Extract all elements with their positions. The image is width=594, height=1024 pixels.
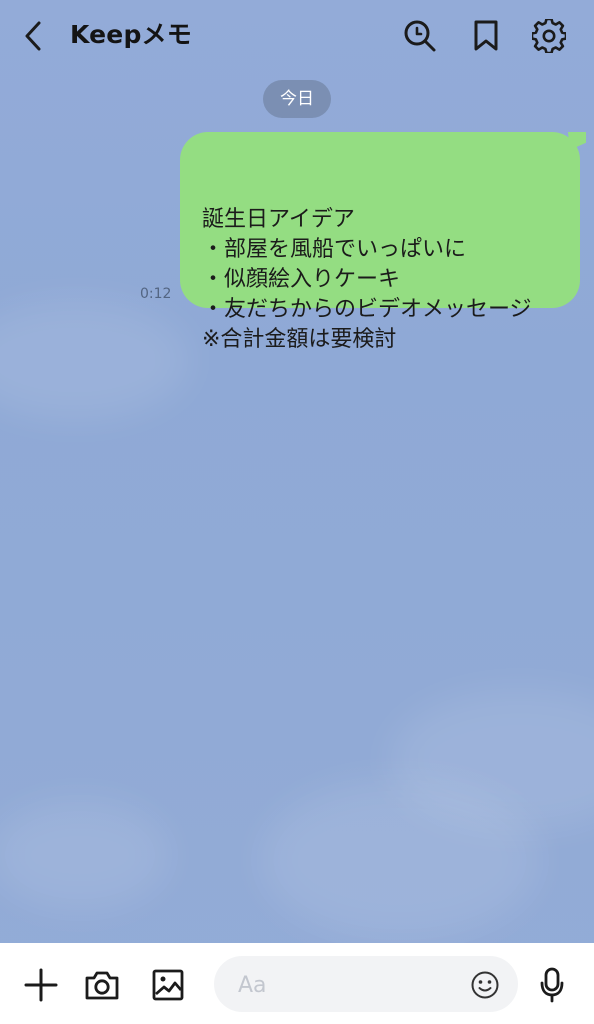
smile-icon [470, 970, 500, 1000]
voice-button[interactable] [530, 963, 574, 1007]
chat-screen: Keepメモ 今日 0:12 誕生日アイデア ・部屋を風船でいっぱいに ・似顔絵… [0, 0, 594, 1024]
bookmark-button[interactable] [464, 14, 508, 58]
emoji-button[interactable] [468, 968, 502, 1002]
image-icon [150, 967, 186, 1003]
microphone-icon [538, 966, 566, 1004]
top-bar: Keepメモ [0, 0, 594, 72]
gallery-button[interactable] [146, 963, 190, 1007]
message-bubble[interactable]: 誕生日アイデア ・部屋を風船でいっぱいに ・似顔絵入りケーキ ・友だちからのビデ… [180, 132, 586, 352]
plus-icon [23, 967, 59, 1003]
background-cloud [260, 780, 540, 940]
message-timestamp: 0:12 [140, 286, 172, 302]
add-button[interactable] [19, 963, 63, 1007]
message-text: 誕生日アイデア ・部屋を風船でいっぱいに ・似顔絵入りケーキ ・友だちからのビデ… [202, 207, 532, 352]
message-input-wrapper[interactable] [214, 956, 518, 1014]
message-bubble-tail [568, 132, 586, 150]
bottom-composer [0, 943, 594, 1024]
back-button[interactable] [12, 14, 54, 58]
camera-icon [83, 968, 121, 1002]
search-icon [403, 19, 437, 53]
gear-icon [532, 19, 566, 53]
background-cloud [0, 800, 170, 910]
search-button[interactable] [398, 14, 442, 58]
page-title: Keepメモ [70, 20, 192, 49]
background-cloud [0, 300, 190, 420]
chevron-left-icon [21, 20, 45, 52]
message-input[interactable] [236, 956, 450, 1014]
date-separator: 今日 [263, 80, 331, 118]
settings-button[interactable] [527, 14, 571, 58]
bookmark-icon [471, 19, 501, 53]
camera-button[interactable] [80, 963, 124, 1007]
